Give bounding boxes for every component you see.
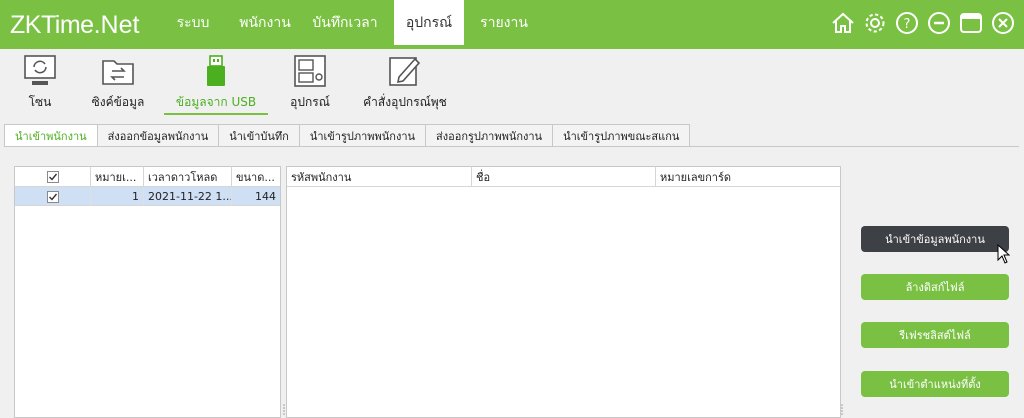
cell-download-time: 2021-11-22 1...	[144, 187, 232, 206]
column-header-size[interactable]: ขนาด...	[232, 167, 280, 187]
tool-usb-data[interactable]: ข้อมูลจาก USB	[164, 53, 268, 115]
row-checkbox[interactable]	[46, 190, 59, 203]
column-header-card-number[interactable]: หมายเลขการ์ด	[656, 167, 840, 187]
top-bar: ZKTime .Net ระบบ พนักงาน บันทึกเวลา อุปกร…	[0, 0, 1024, 49]
logo-suffix: .Net	[93, 11, 140, 39]
tool-label: คำสั่งอุปกรณ์พุช	[363, 95, 447, 109]
toolbar: โซน ซิงค์ข้อมูล ข้อมูลจาก USB อุปกรณ์ คำ…	[0, 49, 1024, 117]
grid-header: หมายเ... เวลาดาวโหลด ขนาด...	[15, 167, 280, 187]
monitor-sync-icon	[24, 55, 56, 85]
help-icon[interactable]: ?	[894, 10, 920, 36]
usb-drive-icon	[207, 55, 225, 86]
header-select-all[interactable]	[15, 167, 91, 187]
table-row[interactable]: 1 2021-11-22 1... 144	[15, 187, 280, 206]
tool-device[interactable]: อุปกรณ์	[290, 53, 330, 115]
column-header-number[interactable]: หมายเ...	[91, 167, 144, 187]
window-controls: ?	[830, 10, 1016, 36]
folder-sync-icon	[102, 60, 134, 85]
mouse-cursor-icon	[997, 244, 1011, 264]
tab-import-employee[interactable]: นำเข้าพนักงาน	[4, 124, 98, 147]
column-header-name[interactable]: ชื่อ	[472, 167, 656, 187]
logo-main: ZKTime	[10, 11, 94, 39]
svg-text:?: ?	[904, 17, 911, 32]
tool-sync-data[interactable]: ซิงค์ข้อมูล	[90, 53, 146, 115]
device-icon	[294, 55, 326, 87]
app-logo: ZKTime .Net	[10, 11, 139, 39]
menu-item-attendance[interactable]: บันทึกเวลา	[302, 0, 388, 45]
menu-item-report[interactable]: รายงาน	[464, 0, 544, 45]
close-icon[interactable]	[990, 10, 1016, 36]
tab-export-photo[interactable]: ส่งออกรูปภาพพนักงาน	[426, 124, 554, 147]
sub-tabs: นำเข้าพนักงาน ส่งออกข้อมูลพนักงาน นำเข้า…	[4, 124, 691, 147]
resize-grip-icon[interactable]	[840, 403, 844, 415]
tool-zone[interactable]: โซน	[20, 53, 60, 115]
clear-disk-button[interactable]: ล้างดิสก์ไฟล์	[861, 274, 1009, 300]
select-all-checkbox[interactable]	[46, 171, 59, 183]
tool-label: อุปกรณ์	[290, 95, 330, 109]
maximize-icon[interactable]	[958, 10, 984, 36]
tab-export-employee[interactable]: ส่งออกข้อมูลพนักงาน	[97, 124, 220, 147]
menu-item-system[interactable]: ระบบ	[160, 0, 226, 45]
tab-divider	[4, 146, 1019, 147]
tool-label: โซน	[28, 95, 52, 109]
tab-import-photo[interactable]: นำเข้ารูปภาพพนักงาน	[299, 124, 427, 147]
grid-header: รหัสพนักงาน ชื่อ หมายเลขการ์ด	[287, 167, 840, 187]
cell-number: 1	[91, 187, 144, 206]
tab-import-scan-photo[interactable]: นำเข้ารูปภาพขณะสแกน	[553, 124, 691, 147]
gear-icon[interactable]	[862, 10, 888, 36]
minimize-icon[interactable]	[926, 10, 952, 36]
import-position-button[interactable]: นำเข้าตำแหน่งที่ตั้ง	[861, 371, 1009, 397]
column-header-employee-id[interactable]: รหัสพนักงาน	[287, 167, 472, 187]
column-header-download-time[interactable]: เวลาดาวโหลด	[144, 167, 232, 187]
usb-file-grid[interactable]: หมายเ... เวลาดาวโหลด ขนาด... 1 2021-11-2…	[14, 166, 285, 418]
row-checkbox-cell[interactable]	[15, 187, 91, 206]
tool-push-command[interactable]: คำสั่งอุปกรณ์พุช	[362, 53, 448, 115]
edit-icon	[389, 57, 421, 86]
tab-import-records[interactable]: นำเข้าบันทึก	[219, 124, 300, 147]
main-menu: ระบบ พนักงาน บันทึกเวลา อุปกรณ์ รายงาน	[160, 0, 544, 45]
home-icon[interactable]	[830, 10, 856, 36]
refresh-file-list-button[interactable]: รีเฟรชลิสต์ไฟล์	[861, 322, 1009, 348]
tool-label: ข้อมูลจาก USB	[175, 95, 257, 109]
employee-grid[interactable]: รหัสพนักงาน ชื่อ หมายเลขการ์ด	[286, 166, 844, 418]
tool-label: ซิงค์ข้อมูล	[91, 95, 145, 109]
menu-item-device[interactable]: อุปกรณ์	[394, 0, 464, 45]
cell-size: 144	[255, 190, 276, 203]
menu-item-employee[interactable]: พนักงาน	[228, 0, 302, 45]
import-employee-button[interactable]: นำเข้าข้อมูลพนักงาน	[861, 226, 1009, 252]
